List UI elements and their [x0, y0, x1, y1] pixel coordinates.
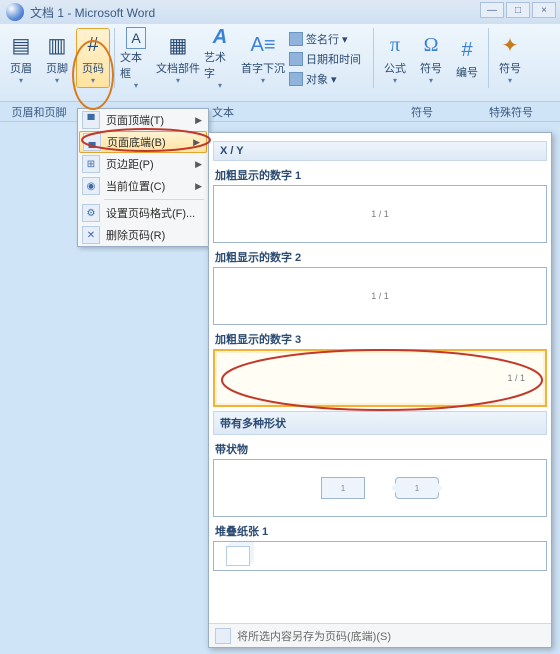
group-label-special: 特殊符号 — [476, 104, 546, 120]
dropcap-icon: A≡ — [250, 32, 275, 60]
footer-icon: ▥ — [48, 32, 67, 60]
save-selection-icon — [215, 628, 231, 644]
close-button[interactable]: × — [532, 2, 556, 18]
text-small-buttons: 签名行▾ 日期和时间 对象▾ — [289, 28, 369, 88]
ribbon: ▤ 页眉 ▾ ▥ 页脚 ▾ # 页码 ▾ A 文本框 ▾ ▦ 文档部件 ▾ A … — [0, 24, 560, 102]
equation-button[interactable]: π 公式 ▾ — [378, 28, 412, 88]
submenu-arrow-icon: ▶ — [195, 159, 202, 170]
quickparts-button[interactable]: ▦ 文档部件 ▾ — [155, 28, 201, 88]
datetime-icon — [289, 52, 303, 66]
office-orb-icon[interactable] — [6, 3, 24, 21]
format-icon: ⚙ — [82, 204, 100, 222]
page-number-button[interactable]: # 页码 ▾ — [76, 28, 110, 88]
ribbon-shapes: 1 1 — [214, 477, 546, 499]
special-symbol-button[interactable]: ✦ 符号 ▾ — [493, 28, 527, 88]
symbol-button[interactable]: Ω 符号 ▾ — [414, 28, 448, 88]
page-sample-text: 1 / 1 — [371, 209, 389, 219]
page-number-menu: ▀ 页面顶端(T) ▶ ▄ 页面底端(B) ▶ ⊞ 页边距(P) ▶ ◉ 当前位… — [77, 108, 209, 247]
wordart-icon: A — [213, 26, 227, 49]
date-time-button[interactable]: 日期和时间 — [289, 50, 361, 68]
menu-top-of-page[interactable]: ▀ 页面顶端(T) ▶ — [78, 109, 208, 131]
textbox-icon: A — [126, 27, 145, 49]
minimize-button[interactable]: — — [480, 2, 504, 18]
group-label-symbols: 符号 — [368, 104, 476, 120]
menu-page-margins[interactable]: ⊞ 页边距(P) ▶ — [78, 153, 208, 175]
gallery-scroll-area[interactable]: X / Y 加粗显示的数字 1 1 / 1 加粗显示的数字 2 1 / 1 加粗… — [209, 133, 551, 623]
menu-bottom-of-page[interactable]: ▄ 页面底端(B) ▶ — [79, 131, 207, 153]
gallery-item-ribbon[interactable]: 1 1 — [213, 459, 547, 517]
menu-remove-page-numbers[interactable]: ✕ 删除页码(R) — [78, 224, 208, 246]
highlight-ellipse-icon — [215, 345, 549, 415]
page-top-icon: ▀ — [82, 111, 100, 129]
special-symbol-icon: ✦ — [502, 32, 519, 60]
gallery-item-bold-2[interactable]: 1 / 1 — [213, 267, 547, 325]
header-button[interactable]: ▤ 页眉 ▾ — [4, 28, 38, 88]
omega-icon: Ω — [424, 32, 439, 60]
shape-rect-icon: 1 — [321, 477, 365, 499]
object-button[interactable]: 对象▾ — [289, 70, 337, 88]
gallery-section-shapes: 带有多种形状 — [213, 411, 547, 435]
gallery-item-stacked-1[interactable] — [213, 541, 547, 571]
page-number-gallery: X / Y 加粗显示的数字 1 1 / 1 加粗显示的数字 2 1 / 1 加粗… — [208, 132, 552, 648]
page-number-icon: # — [87, 32, 98, 60]
wordart-button[interactable]: A 艺术字 ▾ — [203, 28, 237, 88]
remove-icon: ✕ — [82, 226, 100, 244]
signature-icon — [289, 32, 303, 46]
gallery-item-label: 加粗显示的数字 2 — [215, 249, 545, 265]
signature-line-button[interactable]: 签名行▾ — [289, 30, 348, 48]
gallery-item-label: 堆叠纸张 1 — [215, 523, 545, 539]
pi-icon: π — [390, 32, 400, 60]
gallery-footer-label: 将所选内容另存为页码(底端)(S) — [237, 628, 391, 644]
gallery-item-label: 带状物 — [215, 441, 545, 457]
menu-current-position[interactable]: ◉ 当前位置(C) ▶ — [78, 175, 208, 197]
submenu-arrow-icon: ▶ — [193, 137, 200, 148]
page-margins-icon: ⊞ — [82, 155, 100, 173]
footer-button[interactable]: ▥ 页脚 ▾ — [40, 28, 74, 88]
number-button[interactable]: # 编号 — [450, 28, 484, 88]
stacked-paper-icon — [226, 546, 250, 566]
gallery-item-label: 加粗显示的数字 1 — [215, 167, 545, 183]
page-sample-text: 1 / 1 — [371, 291, 389, 301]
page-sample-text: 1 / 1 — [507, 373, 525, 383]
window-title: 文档 1 - Microsoft Word — [30, 4, 155, 21]
object-icon — [289, 72, 303, 86]
menu-format-page-numbers[interactable]: ⚙ 设置页码格式(F)... — [78, 202, 208, 224]
current-position-icon: ◉ — [82, 177, 100, 195]
title-bar: 文档 1 - Microsoft Word — □ × — [0, 0, 560, 24]
dropcap-button[interactable]: A≡ 首字下沉 ▾ — [239, 28, 287, 88]
hash-icon: # — [461, 36, 472, 64]
menu-separator — [104, 199, 204, 200]
submenu-arrow-icon: ▶ — [195, 181, 202, 192]
gallery-item-bold-1[interactable]: 1 / 1 — [213, 185, 547, 243]
gallery-section-xy: X / Y — [213, 141, 547, 161]
maximize-button[interactable]: □ — [506, 2, 530, 18]
gallery-item-label: 加粗显示的数字 3 — [215, 331, 545, 347]
textbox-button[interactable]: A 文本框 ▾ — [119, 28, 153, 88]
header-icon: ▤ — [12, 32, 31, 60]
gallery-item-bold-3[interactable]: 1 / 1 — [213, 349, 547, 407]
group-label-header-footer: 页眉和页脚 — [0, 104, 78, 120]
shape-ribbon-icon: 1 — [395, 477, 439, 499]
gallery-footer[interactable]: 将所选内容另存为页码(底端)(S) — [209, 623, 551, 647]
submenu-arrow-icon: ▶ — [195, 115, 202, 126]
quickparts-icon: ▦ — [169, 32, 188, 60]
page-bottom-icon: ▄ — [83, 133, 101, 151]
